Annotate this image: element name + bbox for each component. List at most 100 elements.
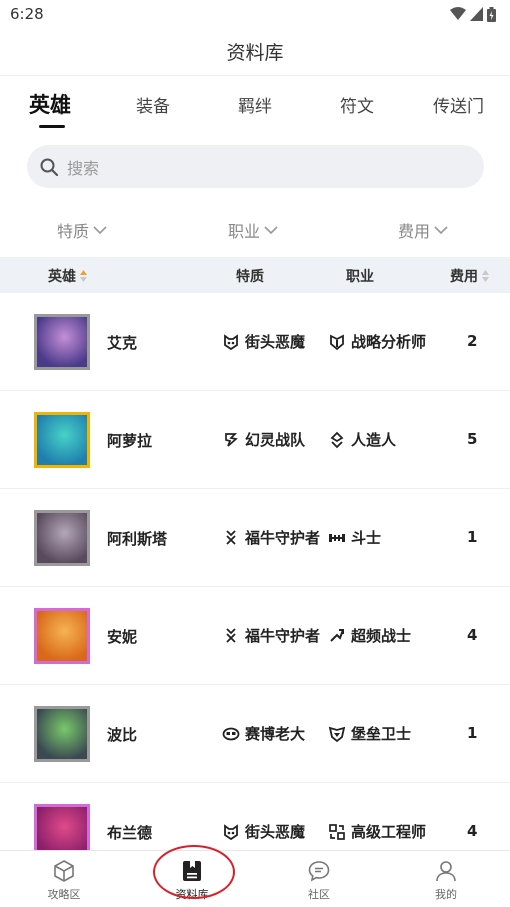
status-icons	[450, 6, 496, 22]
column-hero[interactable]: 英雄	[48, 266, 88, 286]
nav-guides[interactable]: 攻略区	[0, 851, 128, 906]
tab-items[interactable]: 装备	[136, 92, 170, 117]
page-title: 资料库	[226, 42, 284, 64]
hero-avatar	[34, 804, 90, 850]
bruiser-icon	[328, 529, 346, 547]
tab-portals[interactable]: 传送门	[433, 92, 484, 117]
class-label: 高级工程师	[351, 822, 427, 841]
strategist-icon	[328, 333, 346, 351]
class-cell: 人造人	[328, 417, 428, 463]
signal-icon	[470, 7, 483, 21]
table-row[interactable]: 艾克 街头恶魔 战略分析师 2	[0, 293, 510, 391]
hero-cost: 2	[467, 332, 478, 350]
table-row[interactable]: 波比 赛博老大 堡垒卫士 1	[0, 685, 510, 783]
class-cell: 超频战士	[328, 613, 428, 659]
hero-avatar	[34, 314, 90, 370]
filter-class[interactable]: 职业	[228, 218, 279, 242]
status-time: 6:28	[10, 5, 44, 23]
table-header: 英雄 特质 职业 费用	[0, 257, 510, 293]
hero-cost: 5	[467, 430, 478, 448]
trait-label: 福牛守护者	[245, 528, 321, 547]
trait-label: 街头恶魔	[245, 822, 306, 841]
star-guardian-icon	[222, 431, 240, 449]
engineer-icon	[328, 823, 346, 841]
trait-label: 赛博老大	[245, 724, 306, 743]
hero-cost: 1	[467, 528, 478, 546]
class-cell: 高级工程师	[328, 809, 428, 850]
table-row[interactable]: 阿萝拉 幻灵战队 人造人 5	[0, 391, 510, 489]
filter-cost-label: 费用	[398, 222, 431, 241]
hero-cost: 4	[467, 822, 478, 840]
wifi-icon	[450, 7, 466, 20]
filter-cost[interactable]: 费用	[398, 218, 449, 242]
tab-runes[interactable]: 符文	[340, 92, 374, 117]
hero-cost: 1	[467, 724, 478, 742]
nav-community[interactable]: 社区	[255, 851, 383, 906]
class-cell: 斗士	[328, 515, 428, 561]
bottom-nav: 攻略区 资料库 社区 我的	[0, 850, 510, 907]
filter-class-label: 职业	[228, 222, 261, 241]
column-hero-label: 英雄	[48, 269, 76, 285]
filter-trait[interactable]: 特质	[57, 218, 108, 242]
class-label: 堡垒卫士	[351, 724, 412, 743]
nav-profile-label: 我的	[435, 888, 457, 901]
hero-name: 波比	[107, 726, 138, 744]
table-row[interactable]: 阿利斯塔 福牛守护者 斗士 1	[0, 489, 510, 587]
trait-cell: 幻灵战队	[222, 417, 322, 463]
trait-cell: 街头恶魔	[222, 319, 322, 365]
filter-bar: 特质 职业 费用	[0, 212, 510, 246]
overclock-icon	[328, 627, 346, 645]
hero-name: 阿利斯塔	[107, 530, 168, 548]
trait-label: 福牛守护者	[245, 626, 321, 645]
person-icon	[436, 861, 456, 882]
trait-cell: 赛博老大	[222, 711, 322, 757]
street-demon-icon	[222, 823, 240, 841]
class-label: 斗士	[351, 528, 382, 547]
chevron-down-icon	[434, 226, 448, 235]
hero-avatar	[34, 412, 90, 468]
search-placeholder: 搜索	[67, 158, 100, 178]
book-icon	[183, 861, 201, 881]
column-cost-label: 费用	[450, 269, 478, 285]
cube-icon	[54, 860, 74, 882]
search-input[interactable]: 搜索	[27, 145, 484, 188]
column-cost[interactable]: 费用	[450, 266, 490, 286]
table-row[interactable]: 安妮 福牛守护者 超频战士 4	[0, 587, 510, 685]
hero-name: 安妮	[107, 628, 138, 646]
search-icon	[40, 158, 59, 176]
table-row[interactable]: 布兰德 街头恶魔 高级工程师 4	[0, 783, 510, 850]
category-tabs: 英雄 装备 羁绊 符文 传送门	[0, 78, 510, 130]
tab-heroes[interactable]: 英雄	[29, 89, 71, 119]
battery-icon	[487, 6, 496, 22]
sort-icon	[482, 270, 489, 282]
app-header: 资料库	[0, 28, 510, 76]
tab-synergies[interactable]: 羁绊	[238, 92, 272, 117]
hero-name: 阿萝拉	[107, 432, 153, 450]
street-demon-icon	[222, 333, 240, 351]
trait-label: 幻灵战队	[245, 430, 306, 449]
column-class-label: 职业	[346, 269, 374, 285]
class-label: 战略分析师	[351, 332, 427, 351]
hero-list: 艾克 街头恶魔 战略分析师 2 阿萝拉 幻灵战队 人造人 5 阿利斯塔 福牛守护…	[0, 293, 510, 850]
nav-profile[interactable]: 我的	[382, 851, 510, 906]
chat-icon	[308, 861, 330, 882]
hero-name: 艾克	[107, 334, 138, 352]
nav-database-label: 资料库	[175, 888, 209, 901]
class-cell: 堡垒卫士	[328, 711, 428, 757]
hero-name: 布兰德	[107, 824, 153, 842]
chevron-down-icon	[264, 226, 278, 235]
class-label: 人造人	[351, 430, 397, 449]
column-trait-label: 特质	[236, 269, 264, 285]
trait-cell: 福牛守护者	[222, 515, 322, 561]
nav-database[interactable]: 资料库	[128, 851, 256, 906]
sort-icon	[80, 270, 87, 282]
hero-avatar	[34, 510, 90, 566]
column-trait: 特质	[236, 266, 264, 286]
hero-avatar	[34, 608, 90, 664]
hero-avatar	[34, 706, 90, 762]
bastion-icon	[328, 725, 346, 743]
status-bar: 6:28	[0, 0, 510, 28]
ox-guardian-icon	[222, 529, 240, 547]
nav-community-label: 社区	[308, 888, 330, 901]
trait-cell: 福牛守护者	[222, 613, 322, 659]
